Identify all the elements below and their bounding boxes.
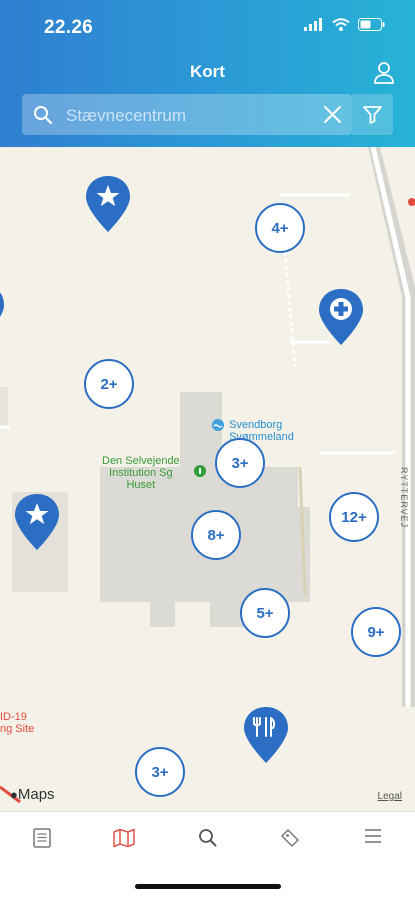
favorite-pin-1[interactable]	[84, 174, 132, 234]
apple-icon: ●	[10, 787, 18, 802]
filter-icon	[363, 106, 382, 124]
news-icon	[33, 828, 51, 848]
map-view[interactable]: Svendborg Svømmeland Den Selvejende Inst…	[0, 147, 415, 811]
profile-button[interactable]	[371, 60, 397, 86]
battery-icon	[358, 18, 385, 31]
search-icon	[34, 106, 53, 125]
ticket-icon	[281, 829, 299, 847]
edge-pin[interactable]	[0, 282, 6, 342]
cluster-marker[interactable]: 8+	[191, 510, 241, 560]
search-bar	[22, 94, 352, 137]
map-background	[0, 147, 415, 804]
cluster-marker[interactable]: 5+	[240, 588, 290, 638]
pool-icon	[212, 419, 224, 432]
institution-icon	[194, 465, 206, 477]
cluster-marker[interactable]: 4+	[255, 203, 305, 253]
cluster-marker[interactable]: 3+	[135, 747, 185, 797]
tab-search[interactable]	[187, 828, 227, 852]
tab-map[interactable]	[104, 828, 144, 852]
covid-label: ID-19 ng Site	[0, 711, 35, 735]
restaurant-pin[interactable]	[242, 705, 290, 765]
institution-label: Den Selvejende Institution Sg Huset	[102, 455, 180, 491]
tab-news[interactable]	[22, 828, 62, 852]
clear-search-button[interactable]	[323, 105, 342, 124]
cluster-marker[interactable]: 9+	[351, 607, 401, 657]
place-label-svendborg[interactable]: Svendborg Svømmeland	[212, 419, 294, 443]
legal-link[interactable]: Legal	[378, 791, 402, 802]
filter-button[interactable]	[352, 94, 393, 135]
user-icon	[374, 62, 394, 84]
favorite-pin-2[interactable]	[13, 492, 61, 552]
search-input[interactable]	[64, 94, 318, 137]
maps-attribution: ●Maps	[10, 786, 55, 803]
tab-tickets[interactable]	[270, 828, 310, 852]
road-label: RYTTERVEJ	[399, 467, 409, 529]
status-time: 22.26	[44, 17, 94, 38]
home-indicator	[135, 884, 281, 889]
road-label-ryttervej: RYTTERVEJ	[398, 467, 410, 528]
page-title: Kort	[190, 62, 225, 81]
wifi-icon	[332, 18, 350, 31]
status-icons	[304, 18, 385, 31]
menu-icon	[365, 829, 381, 843]
cluster-marker[interactable]: 3+	[215, 438, 265, 488]
header: 22.26 Kort	[0, 0, 415, 147]
tab-menu[interactable]	[353, 828, 393, 852]
cluster-marker[interactable]: 2+	[84, 359, 134, 409]
search-icon	[198, 829, 216, 847]
map-icon	[113, 828, 135, 848]
maps-label: Maps	[17, 786, 55, 803]
cluster-marker[interactable]: 12+	[329, 492, 379, 542]
place-label-covid[interactable]: ID-19 ng Site	[0, 711, 34, 735]
place-label-institution[interactable]: Den Selvejende Institution Sg Huset	[102, 455, 206, 491]
first-aid-pin[interactable]	[317, 287, 365, 347]
signal-icon	[304, 18, 322, 31]
